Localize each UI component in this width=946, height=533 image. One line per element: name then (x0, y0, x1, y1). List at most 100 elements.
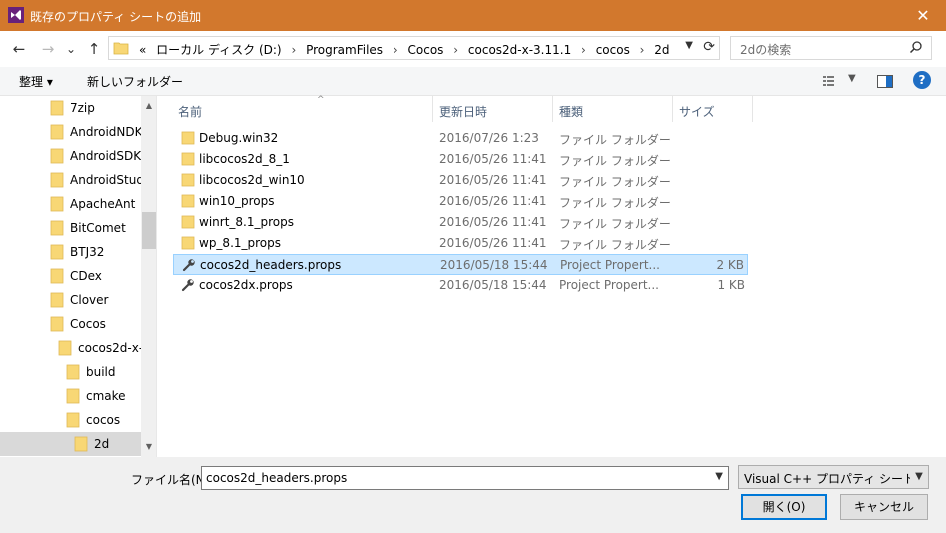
tree-item[interactable]: cocos2d-x- (0, 336, 143, 360)
tree-item[interactable]: Cocos (0, 312, 141, 336)
folder-icon (181, 152, 195, 166)
view-options-icon[interactable] (823, 75, 839, 87)
folder-icon (66, 364, 80, 380)
tree-item[interactable]: cocos (0, 408, 141, 432)
file-type-filter-value: Visual C++ プロパティ シート (*.prc (744, 472, 928, 486)
breadcrumb-separator[interactable]: › (387, 43, 404, 57)
tree-item[interactable]: cmake (0, 384, 141, 408)
tree-item[interactable]: 7zip (0, 96, 141, 120)
file-date: 2016/07/26 1:23 (439, 131, 539, 145)
folder-icon (66, 388, 80, 404)
organize-button[interactable]: 整理 ▾ (19, 73, 53, 90)
breadcrumb-separator[interactable]: › (447, 43, 464, 57)
file-list: 名前 ^ 更新日時 種類 サイズ Debug.win32 2016/07/26 … (158, 95, 946, 457)
tree-item[interactable]: ApacheAnt (0, 192, 141, 216)
scrollbar-thumb[interactable] (142, 212, 156, 249)
folder-icon (181, 173, 195, 187)
forward-arrow-icon[interactable]: → (38, 39, 58, 59)
search-input[interactable]: 2dの検索 (740, 41, 791, 58)
file-date: 2016/05/26 11:41 (439, 236, 547, 250)
tree-item-label: cocos (86, 413, 121, 427)
breadcrumb-item[interactable]: ローカル ディスク (D:) (150, 43, 281, 57)
tree-item-selected[interactable]: 2d (0, 432, 141, 456)
close-icon[interactable]: ✕ (900, 0, 946, 31)
column-header-date[interactable]: 更新日時 (439, 96, 553, 122)
tree-item-label: Clover (70, 293, 109, 307)
column-header-size[interactable]: サイズ (679, 96, 753, 122)
file-row[interactable]: libcocos2d_win10 2016/05/26 11:41 ファイル フ… (173, 170, 748, 191)
column-divider[interactable] (752, 96, 753, 122)
scroll-up-icon[interactable]: ▲ (141, 98, 156, 114)
bottom-panel: ファイル名(N): cocos2d_headers.props ▼ Visual… (0, 457, 946, 533)
column-divider[interactable] (552, 96, 553, 122)
folder-icon (50, 196, 64, 212)
tree-item[interactable]: Clover (0, 288, 141, 312)
file-type: ファイル フォルダー (559, 175, 671, 189)
scroll-down-icon[interactable]: ▼ (141, 439, 156, 455)
file-type-filter[interactable]: Visual C++ プロパティ シート (*.prc ▼ (738, 465, 929, 489)
visual-studio-icon (8, 7, 24, 23)
search-box[interactable]: 2dの検索 (730, 36, 932, 60)
breadcrumb-item[interactable]: cocos (596, 43, 630, 57)
tree-item[interactable]: AndroidSDK (0, 144, 141, 168)
folder-icon (50, 244, 64, 260)
tree-item-label: CDex (70, 269, 102, 283)
wrench-icon (181, 279, 194, 292)
view-dropdown-icon[interactable]: ▼ (848, 73, 856, 84)
filename-input[interactable]: cocos2d_headers.props (206, 471, 347, 485)
file-name: win10_props (199, 194, 275, 208)
file-date: 2016/05/18 15:44 (439, 278, 547, 292)
breadcrumb-item[interactable]: ProgramFiles (306, 43, 383, 57)
search-icon[interactable] (909, 40, 923, 54)
file-row-selected[interactable]: cocos2d_headers.props 2016/05/18 15:44 P… (173, 254, 748, 275)
breadcrumb-item[interactable]: cocos2d-x-3.11.1 (468, 43, 571, 57)
help-icon[interactable]: ? (913, 71, 931, 89)
tree-item-label: build (86, 365, 116, 379)
open-button[interactable]: 開く(O) (741, 494, 827, 520)
recent-locations-chevron-icon[interactable]: ⌄ (61, 39, 81, 59)
file-row[interactable]: win10_props 2016/05/26 11:41 ファイル フォルダー (173, 191, 748, 212)
tree-scrollbar[interactable]: ▲ ▼ (141, 96, 156, 457)
folder-icon (181, 215, 195, 229)
file-row[interactable]: cocos2dx.props 2016/05/18 15:44 Project … (173, 275, 748, 296)
file-row[interactable]: wp_8.1_props 2016/05/26 11:41 ファイル フォルダー (173, 233, 748, 254)
file-row[interactable]: libcocos2d_8_1 2016/05/26 11:41 ファイル フォル… (173, 149, 748, 170)
refresh-icon[interactable]: ⟳ (703, 39, 715, 55)
column-header-name[interactable]: 名前 ^ (178, 95, 433, 122)
tree-item[interactable]: AndroidNDK (0, 120, 142, 144)
new-folder-button[interactable]: 新しいフォルダー (87, 73, 183, 90)
column-divider[interactable] (432, 96, 433, 122)
preview-pane-icon[interactable] (877, 75, 893, 88)
file-row[interactable]: winrt_8.1_props 2016/05/26 11:41 ファイル フォ… (173, 212, 748, 233)
tree-item[interactable]: CDex (0, 264, 141, 288)
chevron-down-icon[interactable]: ▼ (910, 466, 928, 488)
folder-icon (50, 316, 64, 332)
wrench-icon (182, 259, 195, 272)
file-row[interactable]: Debug.win32 2016/07/26 1:23 ファイル フォルダー (173, 128, 748, 149)
breadcrumb-separator[interactable]: › (575, 43, 592, 57)
breadcrumb-item[interactable]: 2d (654, 43, 669, 57)
tree-item[interactable]: build (0, 360, 141, 384)
folder-icon (74, 436, 88, 452)
file-name: cocos2dx.props (199, 278, 293, 292)
back-arrow-icon[interactable]: ← (9, 39, 29, 59)
tree-item[interactable]: BTJ32 (0, 240, 141, 264)
up-arrow-icon[interactable]: ↑ (84, 39, 104, 59)
chevron-down-icon[interactable]: ▼ (715, 471, 723, 482)
file-type: ファイル フォルダー (559, 238, 671, 252)
breadcrumb-separator[interactable]: › (285, 43, 302, 57)
address-bar[interactable]: « ローカル ディスク (D:) › ProgramFiles › Cocos … (108, 36, 720, 60)
filename-combobox[interactable]: cocos2d_headers.props ▼ (201, 466, 729, 490)
breadcrumb-separator[interactable]: › (634, 43, 651, 57)
tree-item-label: Cocos (70, 317, 106, 331)
file-name: libcocos2d_win10 (199, 173, 305, 187)
breadcrumb-item[interactable]: Cocos (408, 43, 444, 57)
address-dropdown-icon[interactable]: ▼ (685, 40, 693, 51)
tree-item[interactable]: BitComet (0, 216, 141, 240)
cancel-button[interactable]: キャンセル (840, 494, 928, 520)
column-header-type[interactable]: 種類 (559, 96, 673, 122)
breadcrumb-overflow[interactable]: « (139, 43, 146, 57)
column-divider[interactable] (672, 96, 673, 122)
file-type: ファイル フォルダー (559, 133, 671, 147)
tree-item[interactable]: AndroidStud (0, 168, 144, 192)
